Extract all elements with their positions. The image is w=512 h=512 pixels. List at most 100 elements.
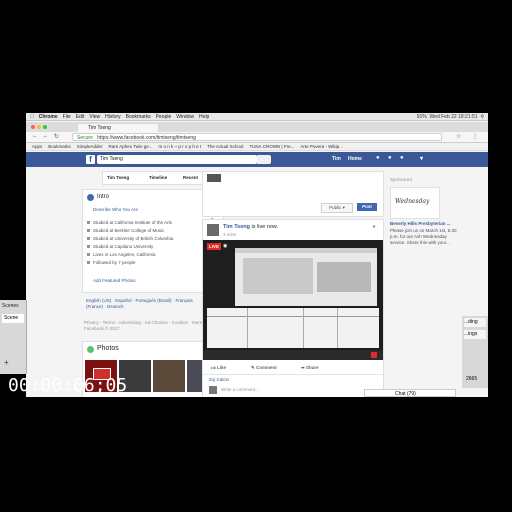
- menu-help[interactable]: Help: [199, 114, 209, 120]
- star-icon[interactable]: ☆: [456, 133, 461, 140]
- profile-name-tab[interactable]: Tim Tseng: [107, 175, 129, 180]
- facebook-header: f Tim Tseng Tim Home ● ● ● ▾: [26, 152, 488, 167]
- menu-edit[interactable]: Edit: [76, 114, 85, 120]
- menu-bookmarks[interactable]: Bookmarks: [126, 114, 151, 120]
- bookmark-aphex[interactable]: Rare Aphex Twin ge...: [109, 143, 153, 150]
- menu-view[interactable]: View: [89, 114, 100, 120]
- divider: [247, 308, 248, 348]
- add-featured-photos-link[interactable]: Add Featured Photos: [93, 278, 136, 283]
- like-label: Like: [216, 365, 226, 370]
- account-menu-icon[interactable]: ▾: [420, 155, 423, 162]
- divider: [337, 308, 338, 348]
- reload-icon[interactable]: ↻: [54, 133, 59, 140]
- apple-icon[interactable]: : [30, 114, 34, 120]
- divider: [207, 316, 379, 317]
- school-icon: [87, 236, 90, 240]
- timecode-overlay: 00:00:06;05: [8, 375, 128, 396]
- timeline-tab[interactable]: Timeline: [149, 175, 167, 180]
- intro-row: Studied at University of British Columbi…: [93, 235, 174, 241]
- nested-window: [317, 262, 371, 292]
- language-list[interactable]: English (US) · Español · Português (Bras…: [86, 298, 196, 310]
- left-side-panel: Scenes Scene +: [0, 300, 27, 374]
- nested-window: [243, 258, 313, 294]
- messages-icon[interactable]: ●: [388, 155, 392, 161]
- notifications-icon[interactable]: ●: [400, 155, 404, 161]
- search-icon[interactable]: ⚲: [480, 114, 484, 120]
- menu-people[interactable]: People: [156, 114, 172, 120]
- comment-avatar: [209, 386, 217, 394]
- intro-title: Intro: [97, 194, 110, 200]
- chat-bar[interactable]: Chat (79): [364, 389, 456, 397]
- search-button[interactable]: [257, 155, 271, 164]
- followers-icon: [87, 260, 90, 264]
- menu-window[interactable]: Window: [176, 114, 194, 120]
- comment-input[interactable]: Write a comment...: [221, 387, 259, 392]
- live-video-frame[interactable]: LIVE ◉: [203, 240, 383, 360]
- recent-tab[interactable]: Recent: [183, 175, 198, 180]
- bookmark-tuna-crown[interactable]: TUNA CROWN | Fre...: [249, 143, 294, 150]
- nav-home[interactable]: Home: [348, 156, 362, 162]
- url-text: https://www.facebook.com/timtseng/timtse…: [97, 135, 196, 141]
- post-options-icon[interactable]: ▾: [373, 224, 375, 230]
- share-button[interactable]: ➦ Share: [301, 365, 319, 371]
- menu-icon[interactable]: ⋮: [472, 133, 478, 140]
- streaming-button[interactable]: ...ding: [464, 318, 486, 327]
- bookmark-apps[interactable]: Apps: [32, 143, 42, 150]
- like-button[interactable]: 👍︎ Like: [211, 365, 226, 371]
- school-icon: [87, 220, 90, 224]
- home-icon: [87, 252, 90, 256]
- ad-title[interactable]: Beverly Hills Presbyterian ...: [390, 221, 460, 226]
- intro-row: Studied at Capilano University: [93, 243, 154, 249]
- search-value: Tim Tseng: [100, 156, 123, 162]
- post-button[interactable]: Post: [357, 203, 377, 211]
- forward-icon[interactable]: →: [42, 133, 48, 139]
- scene-item[interactable]: Scene: [2, 314, 24, 323]
- comment-button[interactable]: ✎ Comment: [251, 365, 277, 371]
- post-header: Tim Tseng is live now.: [223, 224, 278, 230]
- bookmark-bookmarks[interactable]: Bookmarks: [48, 143, 71, 150]
- settings-button[interactable]: ...ings: [464, 330, 486, 339]
- intro-row: Lives in Los Angeles, California: [93, 251, 156, 257]
- minimize-window-icon[interactable]: [37, 125, 41, 129]
- chat-label: Chat (79): [395, 391, 416, 397]
- add-scene-icon[interactable]: +: [4, 358, 9, 367]
- privacy-selector[interactable]: Public ▾: [321, 203, 353, 213]
- address-bar[interactable]: Secure https://www.facebook.com/timtseng…: [72, 133, 442, 141]
- describe-link[interactable]: Describe Who You Are: [93, 207, 138, 212]
- author-name[interactable]: Tim Tseng: [223, 224, 250, 230]
- footer-links[interactable]: Privacy · Terms · Advertising · Ad Choic…: [84, 320, 214, 332]
- menu-chrome[interactable]: Chrome: [39, 114, 58, 120]
- intro-row: Studied at California Institute of the A…: [93, 219, 173, 225]
- close-window-icon[interactable]: [31, 125, 35, 129]
- viewer-eye-icon: ◉: [223, 243, 228, 249]
- status-area: 91% Wed Feb 22 18:21:51 ⚲: [417, 114, 488, 120]
- friend-requests-icon[interactable]: ●: [376, 155, 380, 161]
- menu-file[interactable]: File: [63, 114, 71, 120]
- menu-history[interactable]: History: [105, 114, 121, 120]
- post-time[interactable]: 3 mins: [223, 232, 236, 237]
- bookmark-arte-povera[interactable]: Arte Povera - Wikip...: [300, 143, 343, 150]
- intro-row: Followed by 7 people: [93, 259, 136, 265]
- bookmarks-bar: Apps Bookmarks SimpleAdder Rare Aphex Tw…: [26, 143, 488, 151]
- secure-label: Secure: [77, 135, 93, 141]
- facebook-search-input[interactable]: Tim Tseng: [97, 155, 257, 164]
- bookmark-monk[interactable]: m o n k ~ p r o p h e t: [159, 143, 202, 150]
- ad-image[interactable]: Wednesday: [390, 187, 440, 219]
- browser-tab[interactable]: Tim Tseng: [78, 124, 158, 132]
- maximize-window-icon[interactable]: [43, 125, 47, 129]
- tab-title: Tim Tseng: [88, 125, 111, 131]
- bookmark-actual-school[interactable]: The Actual School: [207, 143, 243, 150]
- school-icon: [87, 228, 90, 232]
- photo-thumbnail[interactable]: [153, 360, 185, 392]
- back-icon[interactable]: ←: [32, 133, 38, 139]
- live-badge: LIVE: [207, 243, 221, 250]
- privacy-label: Public: [329, 205, 342, 210]
- toolbar: ← → ↻ Secure https://www.facebook.com/ti…: [26, 132, 488, 143]
- post-status: is live now.: [251, 224, 279, 230]
- bookmark-simpleadder[interactable]: SimpleAdder: [77, 143, 103, 150]
- commenter-name[interactable]: Zoj Calcin: [209, 377, 229, 382]
- author-avatar[interactable]: [207, 224, 219, 236]
- facebook-logo[interactable]: f: [86, 155, 95, 164]
- nav-profile[interactable]: Tim: [332, 156, 341, 162]
- divider: [203, 374, 383, 375]
